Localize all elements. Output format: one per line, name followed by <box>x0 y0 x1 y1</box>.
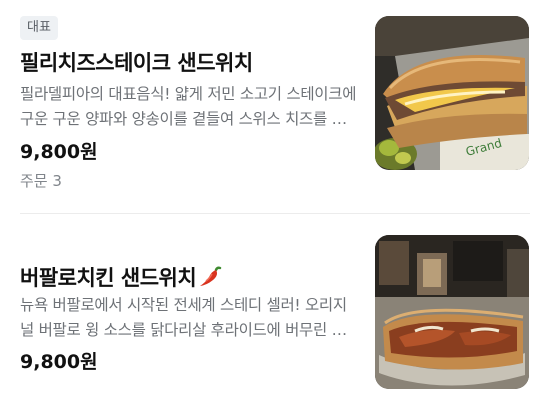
menu-item-price: 9,800원 <box>20 351 98 373</box>
divider <box>20 213 530 214</box>
menu-item-buffalo-chicken[interactable]: 버팔로치킨 샌드위치 뉴욕 버팔로에서 시작된 전세계 스테디 셀러! 오리지널… <box>0 215 550 406</box>
chili-pepper-icon <box>198 265 224 294</box>
menu-item-description: 필라델피아의 대표음식! 얇게 저민 소고기 스테이크에 구운 구운 양파와 양… <box>20 85 360 128</box>
menu-item-photo: Grand <box>375 16 529 170</box>
signature-badge: 대표 <box>20 16 58 40</box>
order-count: 주문 3 <box>20 172 62 190</box>
menu-item-description: 뉴욕 버팔로에서 시작된 전세계 스테디 셀러! 오리지널 버팔로 윙 소스를 … <box>20 296 360 339</box>
menu-item-photo <box>375 235 529 389</box>
menu-item-philly-cheesesteak[interactable]: 대표 필리치즈스테이크 샌드위치 필라델피아의 대표음식! 얇게 저민 소고기 … <box>0 0 550 214</box>
menu-item-price: 9,800원 <box>20 141 98 163</box>
menu-item-name: 버팔로치킨 샌드위치 <box>20 262 224 294</box>
menu-item-name: 필리치즈스테이크 샌드위치 <box>20 51 253 75</box>
